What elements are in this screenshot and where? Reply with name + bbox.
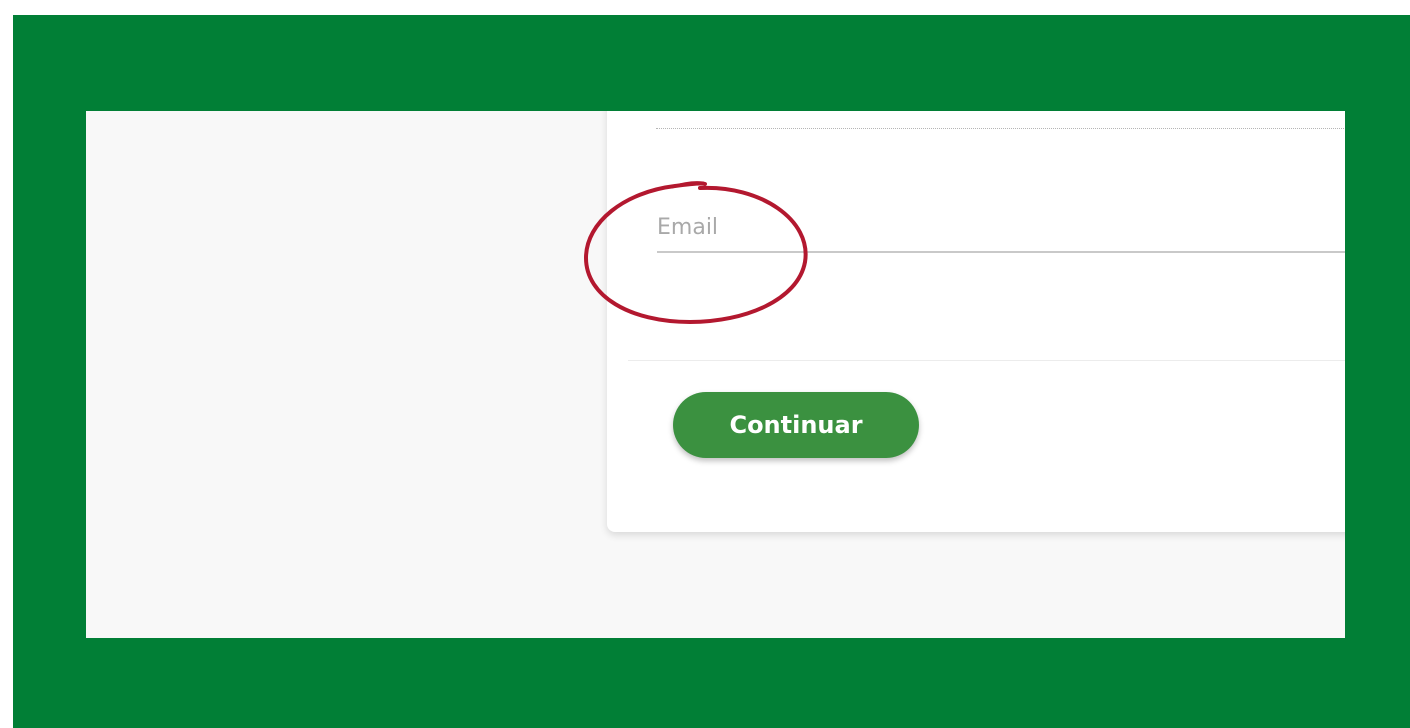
page-viewport: Continuar (86, 111, 1345, 638)
form-card: Continuar (607, 111, 1345, 532)
previous-field-underline (656, 128, 1345, 129)
email-input[interactable] (657, 207, 1345, 253)
continue-button[interactable]: Continuar (673, 392, 919, 458)
email-field-container (657, 177, 1345, 267)
card-divider (628, 360, 1345, 361)
